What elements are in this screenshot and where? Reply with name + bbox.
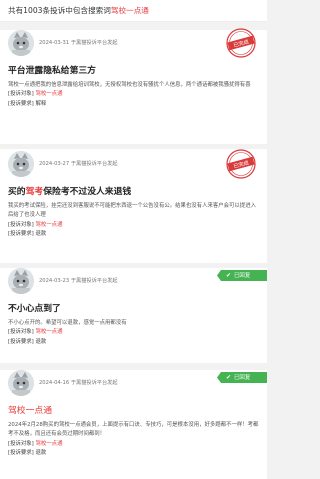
completed-stamp-icon: 已完成 xyxy=(225,27,257,59)
title-text: 买的 xyxy=(8,187,26,197)
demand-label: [投诉要求] xyxy=(8,338,34,345)
summary-text: 共有1003条投诉中包含搜索词 xyxy=(8,6,111,15)
replied-status-badge: ✔ 已回复 xyxy=(217,372,267,383)
replied-status-badge: ✔ 已回复 xyxy=(217,270,267,281)
demand-label: [投诉要求] xyxy=(8,450,34,457)
complaint-date: 2024-03-23 xyxy=(39,278,70,284)
target-label: [投诉对象] xyxy=(8,440,34,447)
title-text: 平台泄露隐私给第三方 xyxy=(8,66,96,76)
complaint-demand-row: [投诉要求] 退款 xyxy=(8,338,259,347)
complaint-platform: 于黑猫投诉平台发起 xyxy=(70,40,118,46)
demand-value: 退款 xyxy=(35,231,47,238)
complaint-meta: 2024-03-23 于黑猫投诉平台发起 xyxy=(39,277,118,284)
cat-avatar-icon xyxy=(8,268,34,294)
complaint-platform: 于黑猫投诉平台发起 xyxy=(70,161,118,167)
complaint-date: 2024-03-31 xyxy=(39,40,70,46)
title-text: 驾校一点通 xyxy=(8,406,52,416)
complaint-demand-row: [投诉要求] 退款 xyxy=(8,230,259,239)
demand-value: 退款 xyxy=(35,450,47,457)
cat-avatar-icon xyxy=(8,151,34,177)
target-link[interactable]: 驾校一点通 xyxy=(36,222,63,228)
target-link[interactable]: 驾校一点通 xyxy=(36,329,63,335)
complaint-card[interactable]: 2024-03-23 于黑猫投诉平台发起 ✔ 已回复 不小心点到了 不小心点开的。… xyxy=(0,268,267,368)
title-keyword: 驾考 xyxy=(25,187,44,197)
demand-value: 解释 xyxy=(35,100,47,107)
target-label: [投诉对象] xyxy=(8,221,34,228)
title-text: 保险考不过没人来退钱 xyxy=(43,187,132,197)
complaint-platform: 于黑猫投诉平台发起 xyxy=(70,278,118,284)
complaint-body: 2024年2月28购买的驾校一点通会员，上面提示有口诀、专技巧，可是根本没用，好… xyxy=(8,422,259,438)
completed-stamp-icon: 已完成 xyxy=(225,148,257,180)
check-icon: ✔ xyxy=(226,374,232,381)
complaint-title[interactable]: 驾校一点通 xyxy=(8,403,259,416)
complaint-title[interactable]: 平台泄露隐私给第三方 xyxy=(8,63,259,76)
complaint-target-row: [投诉对象] 驾校一点通 xyxy=(8,328,259,337)
demand-value: 退款 xyxy=(35,338,47,345)
complaint-platform: 于黑猫投诉平台发起 xyxy=(70,380,118,386)
target-link[interactable]: 驾校一点通 xyxy=(36,91,63,97)
complaint-demand-row: [投诉要求] 退款 xyxy=(8,449,259,458)
complaint-title[interactable]: 不小心点到了 xyxy=(8,301,259,314)
target-link[interactable]: 驾校一点通 xyxy=(36,441,63,447)
complaint-date: 2024-04-16 xyxy=(39,380,70,386)
complaint-card[interactable]: 2024-04-16 于黑猫投诉平台发起 ✔ 已回复 驾校一点通 2024年2月2… xyxy=(0,370,267,479)
complaint-card[interactable]: 2024-03-31 于黑猫投诉平台发起 已完成 平台泄露隐私给第三方 驾校一点… xyxy=(0,27,267,155)
check-icon: ✔ xyxy=(226,272,232,279)
search-keyword[interactable]: 驾校一点通 xyxy=(111,6,149,15)
complaint-meta: 2024-03-27 于黑猫投诉平台发起 xyxy=(39,160,118,167)
complaint-body: 我买的考试保险，挂完还没到客服说不可能把东西退一个公告没有公。结果也没有人来客户… xyxy=(8,203,256,219)
complaint-date: 2024-03-27 xyxy=(39,161,70,167)
demand-label: [投诉要求] xyxy=(8,231,34,238)
status-label: 已回复 xyxy=(234,375,251,381)
complaint-meta: 2024-04-16 于黑猫投诉平台发起 xyxy=(39,379,118,386)
complaint-target-row: [投诉对象] 驾校一点通 xyxy=(8,90,259,99)
demand-label: [投诉要求] xyxy=(8,100,34,107)
cat-avatar-icon xyxy=(8,370,34,396)
complaint-title[interactable]: 买的驾考保险考不过没人来退钱 xyxy=(8,184,259,197)
target-label: [投诉对象] xyxy=(8,329,34,336)
search-summary-header: 共有1003条投诉中包含搜索词驾校一点通 xyxy=(0,0,267,22)
target-label: [投诉对象] xyxy=(8,91,34,98)
complaint-target-row: [投诉对象] 驾校一点通 xyxy=(8,440,259,449)
cat-avatar-icon xyxy=(8,30,34,56)
complaint-body: 不小心点开的。希望可以退款，感觉一点用都没有 xyxy=(8,320,127,326)
complaint-demand-row: [投诉要求] 解释 xyxy=(8,100,259,109)
complaint-target-row: [投诉对象] 驾校一点通 xyxy=(8,221,259,230)
card-divider xyxy=(0,363,267,368)
complaint-body: 驾校一点通把我的信息泄露给培训驾校，无授权驾校也没有骚扰个人信息，两个通话都被我… xyxy=(8,82,251,88)
complaint-meta: 2024-03-31 于黑猫投诉平台发起 xyxy=(39,39,118,46)
status-label: 已回复 xyxy=(234,273,251,279)
title-text: 不小心点到了 xyxy=(8,304,61,314)
complaint-card[interactable]: 2024-03-27 于黑猫投诉平台发起 已完成 买的驾考保险考不过没人来退钱 … xyxy=(0,148,267,263)
